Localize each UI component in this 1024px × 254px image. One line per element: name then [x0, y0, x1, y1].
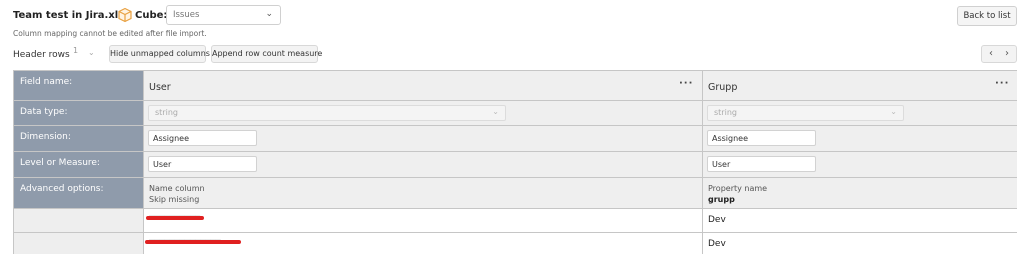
append-row-count-button[interactable]: Append row count measure [211, 45, 322, 63]
table-row: ────────── Dev [14, 209, 1017, 233]
data-type-label: Data type: [14, 101, 144, 125]
level-input[interactable]: User [707, 156, 816, 172]
header-rows-value: 1 [73, 46, 79, 55]
advanced-options-row: Advanced options: Name column Skip missi… [14, 178, 1017, 209]
cell-value: Dev [708, 215, 726, 225]
dimension-input[interactable]: Assignee [707, 130, 816, 146]
level-cell: User [703, 152, 1017, 177]
advanced-options-text: Property name grupp [708, 183, 767, 205]
field-name-row: Field name: User ··· Grupp ··· [14, 71, 1017, 101]
redacted-cell: ────────────── [144, 233, 703, 254]
cube-select[interactable]: Issues ⌄ [166, 5, 281, 25]
data-type-value: string [714, 108, 737, 117]
back-to-list-button[interactable]: Back to list [957, 6, 1017, 26]
skip-missing-option[interactable]: Skip missing [149, 194, 205, 205]
cell-value: Dev [708, 239, 726, 249]
row-gutter [14, 209, 144, 232]
table-cell: Dev [703, 233, 1017, 254]
table-row: ────────────── Dev [14, 233, 1017, 254]
cube-label: Cube: [135, 10, 168, 21]
dimension-row: Dimension: Assignee Assignee [14, 126, 1017, 152]
dimension-cell: Assignee [144, 126, 703, 151]
dimension-label: Dimension: [14, 126, 144, 151]
column-header-user: User ··· [144, 71, 703, 100]
property-name-option[interactable]: Property name [708, 183, 767, 194]
top-bar: Team test in Jira.xlsx Cube: Issues ⌄ Co… [0, 0, 1024, 44]
data-type-select[interactable]: string ⌄ [148, 105, 506, 121]
chevron-down-icon: ⌄ [492, 107, 499, 116]
data-type-value: string [155, 108, 178, 117]
dimension-cell: Assignee [703, 126, 1017, 151]
redacted-cell: ────────── [144, 209, 703, 232]
advanced-options-label: Advanced options: [14, 178, 144, 208]
dimension-input[interactable]: Assignee [148, 130, 257, 146]
advanced-options-cell: Name column Skip missing [144, 178, 703, 208]
name-column-option[interactable]: Name column [149, 183, 205, 194]
redaction-mark [145, 240, 241, 244]
more-dots-icon[interactable]: ··· [995, 78, 1009, 89]
hide-unmapped-columns-button[interactable]: Hide unmapped columns [109, 45, 210, 63]
column-name: Grupp [708, 82, 738, 93]
cube-select-value: Issues [173, 10, 200, 20]
data-type-select[interactable]: string ⌄ [707, 105, 904, 121]
redaction-mark [146, 216, 204, 220]
field-name-label: Field name: [14, 71, 144, 100]
data-type-row: Data type: string ⌄ string ⌄ [14, 101, 1017, 126]
column-mapping-grid: Field name: User ··· Grupp ··· Data type… [13, 70, 1017, 254]
property-name-value: grupp [708, 195, 735, 204]
row-gutter [14, 233, 144, 254]
cube-icon [118, 7, 132, 23]
advanced-options-cell: Property name grupp [703, 178, 1017, 208]
column-header-grupp: Grupp ··· [703, 71, 1017, 100]
data-type-cell: string ⌄ [144, 101, 703, 125]
data-type-cell: string ⌄ [703, 101, 1017, 125]
toolbar: Header rows 1 ⌄ Hide unmapped columns Ap… [0, 45, 1024, 65]
level-measure-row: Level or Measure: User User [14, 152, 1017, 178]
table-cell: Dev [703, 209, 1017, 232]
chevron-down-icon: ⌄ [265, 9, 273, 19]
level-input[interactable]: User [148, 156, 257, 172]
level-measure-label: Level or Measure: [14, 152, 144, 177]
chevron-down-icon: ⌄ [890, 107, 897, 116]
chevron-left-icon[interactable]: ‹ [989, 48, 993, 59]
column-name: User [149, 82, 171, 93]
more-dots-icon[interactable]: ··· [679, 78, 693, 89]
chevron-down-icon: ⌄ [88, 48, 95, 57]
level-cell: User [144, 152, 703, 177]
pagination: ‹ › [981, 45, 1017, 63]
header-rows-select[interactable]: 1 ⌄ [73, 46, 101, 62]
header-rows-label: Header rows [13, 50, 70, 60]
chevron-right-icon[interactable]: › [1005, 48, 1009, 59]
advanced-options-text: Name column Skip missing [149, 183, 205, 205]
file-title: Team test in Jira.xlsx [13, 10, 131, 21]
mapping-note: Column mapping cannot be edited after fi… [13, 29, 207, 38]
